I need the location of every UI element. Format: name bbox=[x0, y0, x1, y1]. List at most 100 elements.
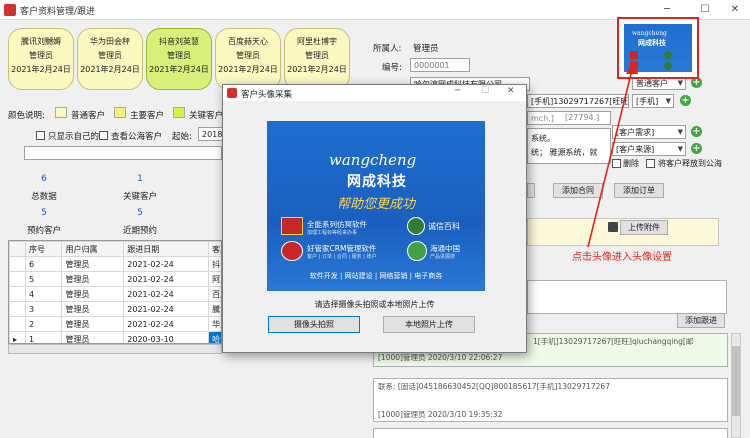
thumb-icon-2 bbox=[664, 51, 672, 59]
id-label: 编号: bbox=[382, 63, 402, 73]
row-marker bbox=[9, 256, 26, 272]
table-row[interactable]: 3管理员2021-02-24騰讯刘嬲媷市场 bbox=[9, 301, 221, 317]
follow-input[interactable] bbox=[527, 280, 727, 314]
table-cell: 2 bbox=[24, 316, 63, 332]
dialog-minimize-button[interactable]: ─ bbox=[455, 86, 460, 96]
start-date-input[interactable]: 2018-0 bbox=[198, 127, 224, 141]
hidden-button[interactable] bbox=[527, 183, 535, 198]
annotation-text: 点击头像进入头像设置 bbox=[572, 252, 672, 263]
table-cell: 6 bbox=[24, 256, 63, 272]
avatar-dialog: 客户头像采集 ─ ☐ ✕ wangcheng 网成科技 帮助您更成功 全能系列仿… bbox=[222, 84, 527, 353]
add-follow-button[interactable]: 添加跟进 bbox=[677, 313, 725, 328]
add-need-icon[interactable]: + bbox=[691, 126, 702, 137]
log-line: [1000]管理员 2020/3/10 19:35:32 bbox=[378, 410, 503, 419]
only-mine-checkbox[interactable] bbox=[36, 131, 45, 140]
avatar-preview: wangcheng 网成科技 帮助您更成功 全能系列仿冥软件 加理工程标等经来办… bbox=[267, 121, 485, 291]
stat-appointment-value: 5 bbox=[41, 208, 47, 218]
card-owner: 管理员 bbox=[236, 51, 260, 60]
card-name: 阿里杜博宇 bbox=[297, 37, 337, 46]
card-owner: 管理员 bbox=[305, 51, 329, 60]
chevron-down-icon: ▼ bbox=[677, 79, 683, 87]
card-date: 2021年2月24日 bbox=[287, 65, 347, 74]
table-cell: 管理员 bbox=[61, 256, 125, 272]
dialog-close-button[interactable]: ✕ bbox=[507, 86, 515, 96]
table-row[interactable]: ▸1管理员2020-03-10哈尔滨网成科技 bbox=[9, 331, 221, 343]
card-date: 2021年2月24日 bbox=[218, 65, 278, 74]
stat-appointment-label: 预约客户 bbox=[26, 226, 61, 236]
customer-card[interactable]: 抖音刘英慧管理员 2021年2月24日 bbox=[146, 28, 212, 90]
column-header[interactable]: 跟进日期 bbox=[123, 241, 210, 257]
maximize-button[interactable]: ☐ bbox=[690, 2, 720, 18]
table-cell: 管理员 bbox=[61, 271, 125, 287]
table-row[interactable]: 2管理员2021-02-24华为田会秤市场 bbox=[9, 316, 221, 332]
table-row[interactable]: 6管理员2021-02-24抖音刘英慧营销 bbox=[9, 256, 221, 272]
table-cell: 百度赫天心大区 bbox=[208, 286, 221, 302]
table-cell: 管理员 bbox=[61, 301, 125, 317]
customer-card[interactable]: 华为田会秤 管理员 2021年2月24日 bbox=[77, 28, 143, 90]
stat-total-label: 总数据 bbox=[31, 192, 57, 202]
minimize-button[interactable]: ─ bbox=[652, 2, 682, 18]
product-4-icon bbox=[407, 241, 427, 261]
card-date: 2021年2月24日 bbox=[149, 65, 209, 74]
logo-slogan: 帮助您更成功 bbox=[337, 197, 416, 212]
card-owner: 管理员 bbox=[167, 51, 191, 60]
stat-recent-value: 5 bbox=[137, 208, 143, 218]
card-name: 騰讯刘嬲媷 bbox=[21, 37, 61, 46]
add-source-icon[interactable]: + bbox=[691, 143, 702, 154]
column-header[interactable]: 用户归属 bbox=[61, 241, 125, 257]
search-input[interactable] bbox=[24, 146, 222, 160]
chevron-down-icon: ▼ bbox=[677, 128, 683, 136]
table-cell: 管理员 bbox=[61, 316, 125, 332]
column-header[interactable]: 客户信息 bbox=[208, 241, 221, 257]
table-row[interactable]: 5管理员2021-02-24阿里杜博宇营销 bbox=[9, 271, 221, 287]
column-header[interactable]: 序号 bbox=[24, 241, 63, 257]
row-marker bbox=[9, 301, 26, 317]
customer-card[interactable]: 騰讯刘嬲媷 管理员 2021年2月24日 bbox=[8, 28, 74, 90]
table-cell: 2021-02-24 bbox=[123, 301, 210, 317]
start-label: 起始: bbox=[172, 132, 192, 142]
log-scroll-thumb[interactable] bbox=[732, 346, 740, 416]
legend-key: 关键客户 bbox=[189, 111, 224, 121]
product-1-icon bbox=[281, 217, 303, 235]
dialog-maximize-button[interactable]: ☐ bbox=[481, 86, 489, 96]
app-icon bbox=[4, 4, 16, 16]
table-row[interactable]: 4管理员2021-02-24百度赫天心大区 bbox=[9, 286, 221, 302]
row-marker-header bbox=[9, 241, 26, 257]
table-body: 6管理员2021-02-24抖音刘英慧营销5管理员2021-02-24阿里杜博宇… bbox=[9, 256, 221, 343]
table-cell: 阿里杜博宇营销 bbox=[208, 271, 221, 287]
product-2-name: 诚信百科 bbox=[428, 222, 460, 231]
table-hscrollbar[interactable] bbox=[8, 344, 222, 354]
table-cell: 哈尔滨网成科技 bbox=[208, 331, 221, 343]
id-input[interactable]: 0000001 bbox=[410, 58, 470, 72]
product-3-icon bbox=[281, 241, 303, 261]
thumb-cn-name: 网成科技 bbox=[638, 39, 666, 47]
camera-capture-button[interactable]: 摄像头拍照 bbox=[268, 316, 360, 333]
stat-key-label: 关键客户 bbox=[122, 192, 157, 202]
customer-card[interactable]: 阿里杜博宇管理员 2021年2月24日 bbox=[284, 28, 350, 90]
local-upload-button[interactable]: 本地照片上传 bbox=[383, 316, 475, 333]
card-date: 2021年2月24日 bbox=[80, 65, 140, 74]
add-contact-icon[interactable]: + bbox=[680, 95, 691, 106]
table-cell: 华为田会秤市场 bbox=[208, 316, 221, 332]
view-public-checkbox[interactable] bbox=[99, 131, 108, 140]
table-cell: 管理员 bbox=[61, 286, 125, 302]
table-cell: 2021-02-24 bbox=[123, 286, 210, 302]
arrow-line bbox=[587, 69, 633, 248]
close-button[interactable]: ✕ bbox=[720, 2, 750, 18]
owner-label: 所属人: bbox=[373, 44, 402, 54]
legend-swatch-key bbox=[173, 107, 185, 118]
row-marker bbox=[9, 316, 26, 332]
logo-footer: 软件开发 | 网站建设 | 网络营销 | 电子商务 bbox=[309, 272, 443, 280]
logo-brand: wangcheng bbox=[329, 151, 417, 169]
customer-card[interactable]: 百度赫天心 管理员 2021年2月24日 bbox=[215, 28, 281, 90]
stat-total-value: 6 bbox=[41, 174, 47, 184]
annotation-arrow bbox=[587, 58, 638, 248]
view-public-label: 查看公海客户 bbox=[111, 132, 163, 142]
product-4-sub: 产品进展搜 bbox=[430, 254, 456, 260]
card-name: 抖音刘英慧 bbox=[159, 37, 199, 46]
table-cell: 2021-02-24 bbox=[123, 256, 210, 272]
product-2-icon bbox=[407, 217, 425, 235]
product-1-sub: 加理工程标等经来办事 bbox=[307, 230, 358, 236]
log-line: 联系: [固话]045186630452[QQ]800185617[手机]130… bbox=[378, 382, 610, 391]
table-cell: 1 bbox=[24, 331, 63, 343]
